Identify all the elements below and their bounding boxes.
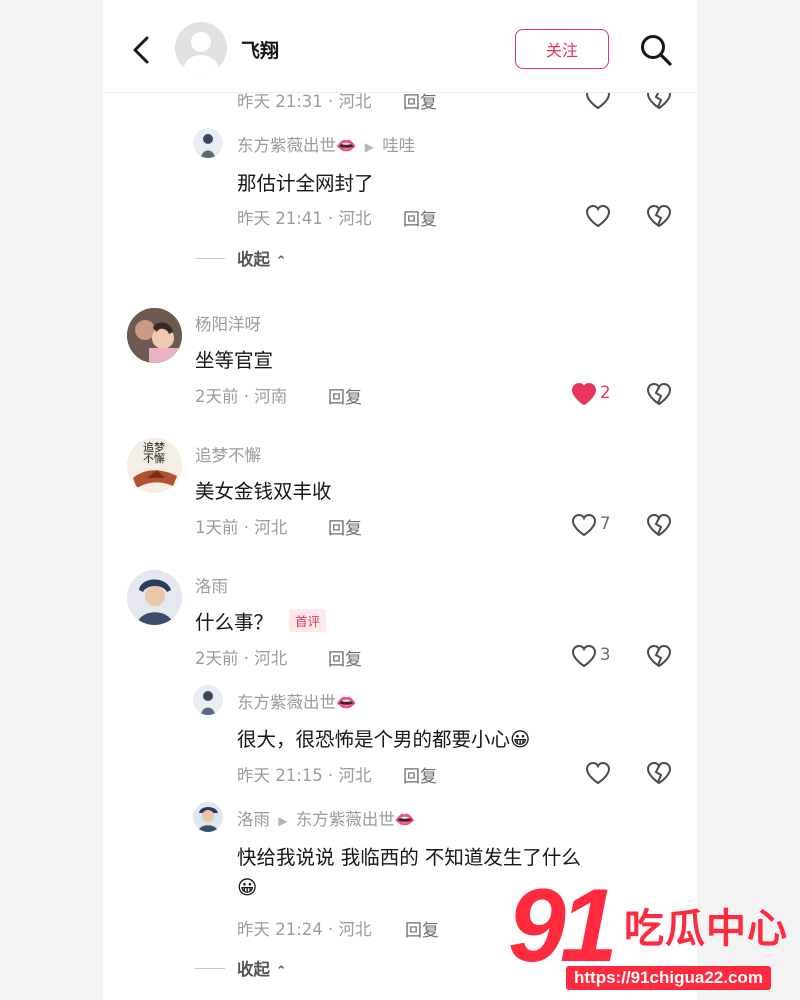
site-watermark: 91 吃瓜中心 https://91chigua22.com — [508, 874, 800, 1000]
reply-author[interactable]: 东方紫薇出世👄 ▶ 哇哇 — [237, 132, 415, 156]
back-arrow-icon[interactable] — [127, 34, 155, 66]
collapse-replies-button[interactable]: 收起 ⌃ — [237, 956, 287, 980]
reply-meta: 昨天 21:15 · 河北 — [237, 766, 372, 785]
reply-text: 快给我说说 我临西的 不知道发生了什么 — [237, 846, 581, 869]
reply-target-name[interactable]: 哇哇 — [382, 136, 415, 155]
chevron-up-icon: ⌃ — [275, 254, 287, 269]
reply-target-name[interactable]: 东方紫薇出世👄 — [296, 810, 416, 829]
reply-author[interactable]: 洛雨 ▶ 东方紫薇出世👄 — [237, 806, 415, 830]
watermark-number: 91 — [508, 868, 618, 984]
watermark-brand: 吃瓜中心 — [624, 906, 788, 952]
collapse-replies-button[interactable]: 收起 ⌃ — [237, 246, 287, 270]
reply-avatar[interactable] — [193, 128, 223, 158]
reply-author-name[interactable]: 洛雨 — [237, 810, 270, 829]
heart-icon[interactable] — [585, 761, 611, 785]
reply-author[interactable]: 东方紫薇出世👄 — [237, 689, 357, 713]
like-count: 7 — [600, 514, 611, 533]
reply-text: 那估计全网封了 — [237, 172, 374, 195]
reply-avatar[interactable] — [193, 802, 223, 832]
search-icon[interactable] — [639, 33, 673, 67]
comment-avatar[interactable] — [127, 570, 182, 625]
reply-text: 很大，很恐怖是个男的都要小心😀 — [237, 728, 531, 751]
broken-heart-icon[interactable] — [646, 382, 672, 406]
comment-author[interactable]: 追梦不懈 — [195, 442, 261, 466]
chevron-up-icon: ⌃ — [275, 964, 287, 979]
reply-button[interactable]: 回复 — [403, 762, 437, 787]
like-count: 3 — [600, 645, 611, 664]
comment-author[interactable]: 杨阳洋呀 — [195, 311, 261, 335]
heart-icon[interactable] — [585, 204, 611, 228]
collapse-label: 收起 — [237, 250, 270, 269]
broken-heart-icon[interactable] — [646, 513, 672, 537]
reply-button[interactable]: 回复 — [328, 514, 362, 539]
avatar-text: 追梦不懈 — [143, 441, 165, 465]
watermark-url: https://91chigua22.com — [566, 966, 771, 990]
reply-to-arrow-icon: ▶ — [364, 140, 375, 154]
reply-meta: 昨天 21:41 · 河北 — [237, 209, 372, 228]
like-count: 2 — [600, 383, 611, 402]
heart-filled-icon[interactable] — [571, 382, 597, 406]
header-avatar[interactable] — [175, 22, 227, 74]
reply-author-name[interactable]: 东方紫薇出世👄 — [237, 136, 357, 155]
comment-text: 坐等官宣 — [195, 349, 274, 372]
reply-text-line2: 😀 — [237, 876, 258, 899]
broken-heart-icon[interactable] — [646, 644, 672, 668]
reply-to-arrow-icon: ▶ — [278, 814, 288, 828]
heart-icon[interactable] — [571, 513, 597, 537]
reply-button[interactable]: 回复 — [403, 205, 437, 230]
divider — [195, 258, 225, 259]
reply-avatar[interactable] — [193, 685, 223, 715]
reply-meta: 昨天 21:24 · 河北 — [237, 920, 372, 939]
collapse-label: 收起 — [237, 960, 270, 979]
reply-button[interactable]: 回复 — [405, 916, 439, 941]
broken-heart-icon[interactable] — [646, 204, 672, 228]
comment-avatar[interactable] — [127, 308, 182, 363]
broken-heart-icon[interactable] — [646, 761, 672, 785]
comments-screen: 飞翔 关注 昨天 21:31 · 河北 回复 东方紫薇出世👄 ▶ 哇哇 那估计全… — [103, 0, 697, 1000]
heart-icon[interactable] — [571, 644, 597, 668]
comment-text: 美女金钱双丰收 — [195, 480, 332, 503]
comment-author[interactable]: 洛雨 — [195, 573, 228, 597]
first-comment-badge: 首评 — [289, 609, 327, 632]
comment-meta: 1天前 · 河北 — [195, 518, 288, 537]
follow-button[interactable]: 关注 — [515, 29, 609, 69]
comment-meta: 2天前 · 河北 — [195, 649, 288, 668]
reply-button[interactable]: 回复 — [328, 645, 362, 670]
reply-button[interactable]: 回复 — [328, 383, 362, 408]
comment-meta: 2天前 · 河南 — [195, 387, 288, 406]
divider — [195, 968, 225, 969]
header-username[interactable]: 飞翔 — [241, 36, 279, 63]
header-bar: 飞翔 关注 — [103, 0, 697, 93]
comment-text: 什么事？ — [195, 611, 274, 634]
comment-avatar[interactable]: 追梦不懈 — [127, 438, 182, 493]
